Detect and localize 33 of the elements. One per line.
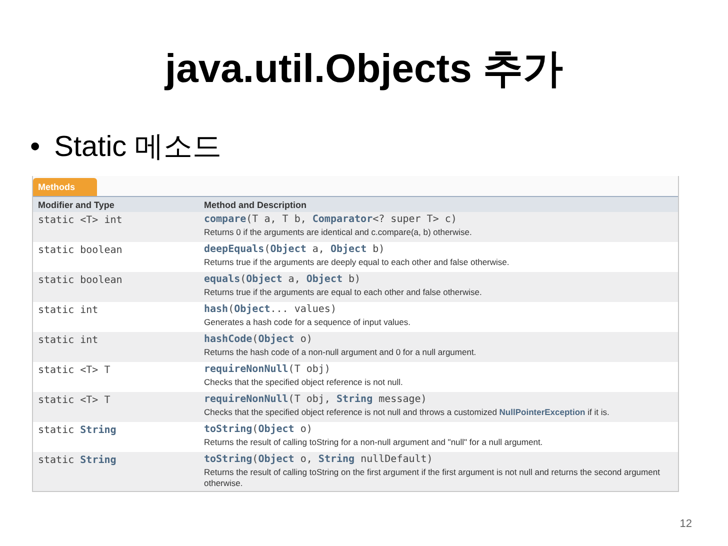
method-description: Returns true if the arguments are equal to each other and false otherwise. [204,287,483,298]
method-signature[interactable]: hashCode(Object o) [204,334,674,345]
method-description: Returns the result of calling toString for a non-null argument and "null" for a null argument. [204,437,544,448]
modifier-type: static <T> T [37,394,112,408]
modifier-type: static boolean [37,244,124,258]
page-number: 12 [680,518,692,530]
method-signature[interactable]: deepEquals(Object a, Object b) [204,244,674,255]
method-description: Returns true if the arguments are deeply equal to each other and false otherwise. [204,257,510,268]
method-description: Generates a hash code for a sequence of input values. [204,317,412,328]
column-header: Modifier and Type [37,200,116,210]
modifier-type: static String [37,454,118,468]
method-description: Returns the hash code of a non-null argument and 0 for a null argument. [204,347,478,358]
method-signature[interactable]: hash(Object... values) [204,304,674,315]
method-signature[interactable]: toString(Object o) [204,424,674,435]
method-description: Returns 0 if the arguments are identical and c.compare(a, b) otherwise. [204,227,473,238]
method-signature[interactable]: requireNonNull(T obj) [204,364,674,375]
bullet-marker: • [30,130,40,164]
modifier-type: static <T> int [37,214,124,228]
slide-title: java.util.Objects 추가 [163,46,564,93]
modifier-type: static int [37,334,100,348]
column-header: Method and Description [204,200,308,210]
bullet-text: Static 메소드 [54,130,222,164]
method-signature[interactable]: compare(T a, T b, Comparator<? super T> c) [204,214,674,225]
modifier-type: static String [37,424,118,438]
method-signature[interactable]: equals(Object a, Object b) [204,274,674,285]
modifier-type: static int [37,304,100,318]
modifier-type: static <T> T [37,364,112,378]
method-description: Returns the result of calling toString on the first argument if the first argument is not null and returns the second argument otherwise. [204,467,661,489]
method-description: Checks that the specified object reference is not null. [204,377,404,388]
modifier-type: static boolean [37,274,124,288]
method-description: Checks that the specified object reference is not null and throws a customized NullPointerException if it is. [204,407,610,418]
method-signature[interactable]: toString(Object o, String nullDefault) [204,454,674,465]
method-signature[interactable]: requireNonNull(T obj, String message) [204,394,674,405]
